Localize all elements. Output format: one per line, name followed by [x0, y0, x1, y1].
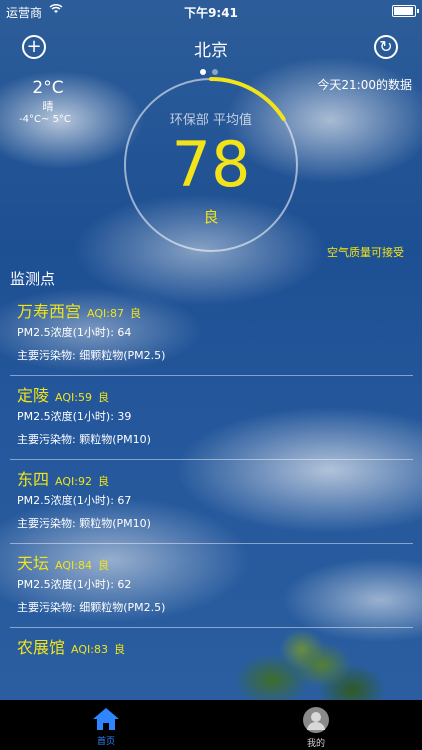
tab-home-label: 首页	[96, 737, 115, 747]
pollutant-label: 主要污染物:	[17, 349, 76, 362]
station-aqi: AQI:84	[55, 559, 92, 572]
quality-note: 空气质量可接受	[327, 246, 404, 259]
pm25-label: PM2.5浓度(1小时):	[17, 578, 114, 591]
section-title-stations: 监测点	[10, 270, 56, 288]
station-name: 万寿西宫	[17, 302, 82, 321]
pm25-value: 39	[117, 410, 132, 423]
aqi-value: 78	[171, 128, 251, 201]
pollutant-label: 主要污染物:	[17, 601, 76, 614]
battery-icon	[392, 5, 419, 17]
pm25-label: PM2.5浓度(1小时):	[17, 326, 114, 339]
station-level: 良	[97, 559, 109, 572]
tab-home[interactable]: 首页	[66, 700, 146, 750]
status-bar: 运营商 下午9:41	[0, 0, 422, 22]
station-level: 良	[97, 475, 109, 488]
status-time: 下午9:41	[184, 6, 238, 20]
station-name: 农展馆	[17, 638, 66, 657]
pollutant-label: 主要污染物:	[17, 517, 76, 530]
pm25-value: 64	[117, 326, 132, 339]
station-level: 良	[113, 643, 125, 656]
tab-bar: 首页 我的	[0, 700, 422, 750]
pollutant-value: 颗粒物(PM10)	[79, 517, 151, 530]
station-item[interactable]: 定陵 AQI:59 良 PM2.5浓度(1小时): 39 主要污染物: 颗粒物(PM…	[0, 376, 422, 460]
weather-condition: 晴	[42, 100, 54, 113]
pm25-value: 67	[117, 494, 132, 507]
station-item[interactable]: 东四 AQI:92 良 PM2.5浓度(1小时): 67 主要污染物: 颗粒物(PM…	[0, 460, 422, 544]
temperature-range: -4°C~ 5°C	[19, 114, 71, 125]
battery-level-fill	[394, 7, 413, 15]
refresh-button[interactable]: ↻	[374, 35, 398, 59]
tab-me-label: 我的	[306, 739, 325, 749]
station-name: 东四	[17, 470, 50, 489]
data-timestamp: 今天21:00的数据	[317, 78, 412, 92]
pollutant-label: 主要污染物:	[17, 433, 76, 446]
station-aqi: AQI:87	[87, 307, 124, 320]
pm25-label: PM2.5浓度(1小时):	[17, 410, 114, 423]
station-aqi: AQI:92	[55, 475, 92, 488]
pollutant-value: 细颗粒物(PM2.5)	[79, 349, 166, 362]
station-item[interactable]: 万寿西宫 AQI:87 良 PM2.5浓度(1小时): 64 主要污染物: 细颗粒物…	[0, 292, 422, 376]
station-list: 万寿西宫 AQI:87 良 PM2.5浓度(1小时): 64 主要污染物: 细颗粒物…	[0, 292, 422, 712]
station-level: 良	[129, 307, 141, 320]
pollutant-value: 颗粒物(PM10)	[79, 433, 151, 446]
aqi-level: 良	[203, 208, 219, 226]
home-icon	[93, 708, 119, 730]
city-title: 北京	[194, 41, 228, 61]
station-name: 定陵	[17, 386, 50, 405]
user-avatar-icon	[303, 707, 329, 733]
pm25-value: 62	[117, 578, 132, 591]
pm25-label: PM2.5浓度(1小时):	[17, 494, 114, 507]
tab-me[interactable]: 我的	[276, 700, 356, 750]
station-aqi: AQI:59	[55, 391, 92, 404]
temperature: 2°C	[32, 78, 64, 98]
weather-summary: 2°C 晴 -4°C~ 5°C	[19, 78, 76, 125]
station-item[interactable]: 天坛 AQI:84 良 PM2.5浓度(1小时): 62 主要污染物: 细颗粒物(P…	[0, 544, 422, 628]
pollutant-value: 细颗粒物(PM2.5)	[79, 601, 166, 614]
station-aqi: AQI:83	[71, 643, 108, 656]
refresh-icon: ↻	[379, 37, 393, 56]
station-name: 天坛	[17, 554, 50, 573]
station-level: 良	[97, 391, 109, 404]
